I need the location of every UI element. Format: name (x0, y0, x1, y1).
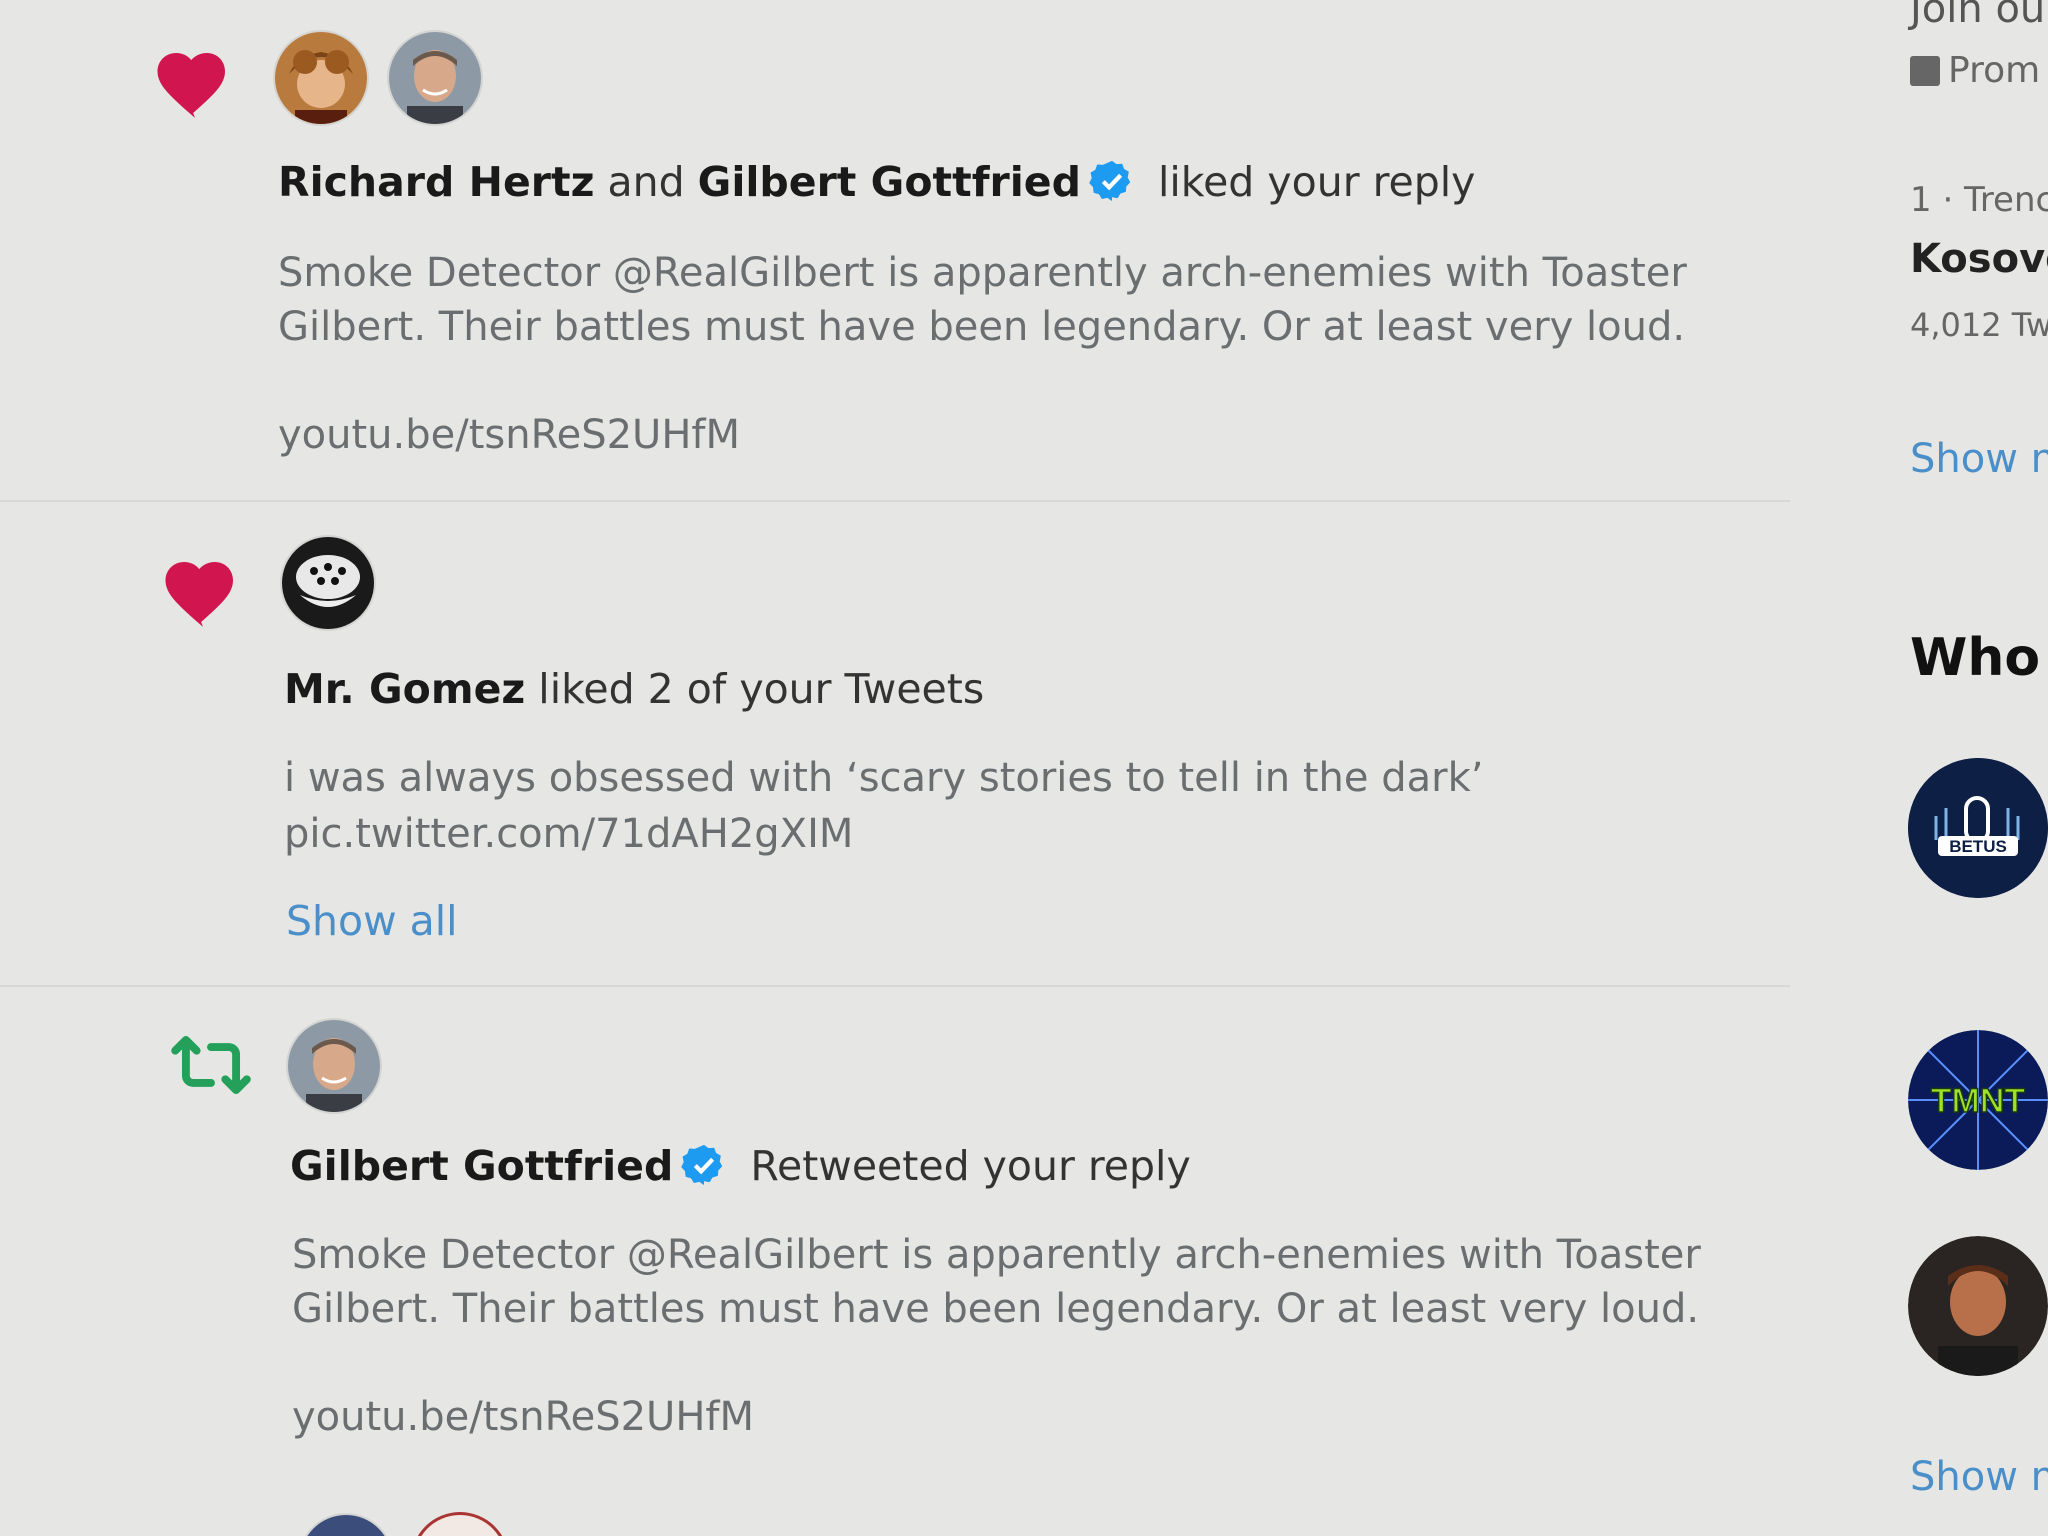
right-sidebar: Join ou Prom 1 · Trenc Kosovo 4,012 Tw S… (1890, 0, 2048, 1536)
avatar-richard-hertz[interactable] (275, 32, 367, 124)
trend-name[interactable]: Kosovo (1910, 236, 2048, 282)
show-more-link[interactable]: Show m (1910, 436, 2048, 482)
notification-headline: Mr. Gomez liked 2 of your Tweets (284, 665, 984, 713)
avatar-gilbert-gottfried[interactable] (288, 1020, 380, 1112)
suggested-account-avatar[interactable]: TMNT (1908, 1030, 2048, 1170)
tweet-link[interactable]: youtu.be/tsnReS2UHfM (278, 412, 740, 458)
notification-item[interactable]: Richard Hertz and Gilbert Gottfried like… (150, 0, 1750, 500)
actor-name[interactable]: Richard Hertz (278, 158, 594, 206)
divider (0, 500, 1790, 502)
avatar[interactable] (300, 1515, 392, 1536)
heart-icon (165, 562, 233, 627)
notifications-feed: Richard Hertz and Gilbert Gottfried like… (0, 0, 1790, 1536)
notification-headline: Gilbert Gottfried Retweeted your reply (290, 1142, 1191, 1190)
action-text: liked 2 of your Tweets (538, 665, 985, 713)
heart-icon (157, 53, 225, 118)
joiner-text: and (607, 158, 685, 206)
avatar[interactable] (414, 1515, 506, 1536)
who-to-follow-heading: Who (1910, 628, 2041, 688)
actor-name[interactable]: Mr. Gomez (284, 665, 525, 713)
show-all-link[interactable]: Show all (286, 897, 458, 945)
avatar-gilbert-gottfried[interactable] (389, 32, 481, 124)
show-more-link[interactable]: Show m (1910, 1454, 2048, 1500)
tweet-text: Smoke Detector @RealGilbert is apparentl… (278, 250, 1687, 350)
tweet-text: Smoke Detector @RealGilbert is apparentl… (292, 1232, 1701, 1332)
promoted-icon (1910, 56, 1940, 86)
trend-count: 4,012 Tw (1910, 306, 2048, 344)
tweet-text: i was always obsessed with ‘scary storie… (284, 755, 1484, 801)
join-heading: Join ou (1910, 0, 2046, 32)
promoted-text: Prom (1948, 50, 2041, 91)
divider (0, 985, 1790, 987)
tmnt-logo-text: TMNT (1931, 1082, 2026, 1120)
verified-badge-icon (1089, 160, 1131, 202)
suggested-account-avatar[interactable]: BETUS (1908, 758, 2048, 898)
action-text: liked your reply (1158, 158, 1476, 206)
betus-badge-text: BETUS (1949, 837, 2007, 856)
notification-item[interactable]: Mr. Gomez liked 2 of your Tweets i was a… (150, 505, 1750, 995)
tweet-link[interactable]: pic.twitter.com/71dAH2gXIM (284, 811, 853, 857)
promoted-label: Prom (1910, 50, 2040, 91)
trend-rank: 1 · Trenc (1910, 180, 2048, 220)
verified-badge-icon (681, 1144, 723, 1186)
notification-headline: Richard Hertz and Gilbert Gottfried like… (278, 158, 1475, 206)
heart-icon (150, 1521, 240, 1536)
notification-item-partial[interactable] (150, 1505, 1750, 1536)
avatar-mr-gomez[interactable] (282, 537, 374, 629)
suggested-account-avatar[interactable] (1908, 1236, 2048, 1376)
actor-name[interactable]: Gilbert Gottfried (698, 158, 1081, 206)
action-text: Retweeted your reply (750, 1142, 1191, 1190)
notification-item[interactable]: Gilbert Gottfried Retweeted your reply S… (150, 990, 1750, 1510)
tweet-link[interactable]: youtu.be/tsnReS2UHfM (292, 1394, 754, 1440)
retweet-icon (171, 1035, 251, 1095)
actor-name[interactable]: Gilbert Gottfried (290, 1142, 673, 1190)
